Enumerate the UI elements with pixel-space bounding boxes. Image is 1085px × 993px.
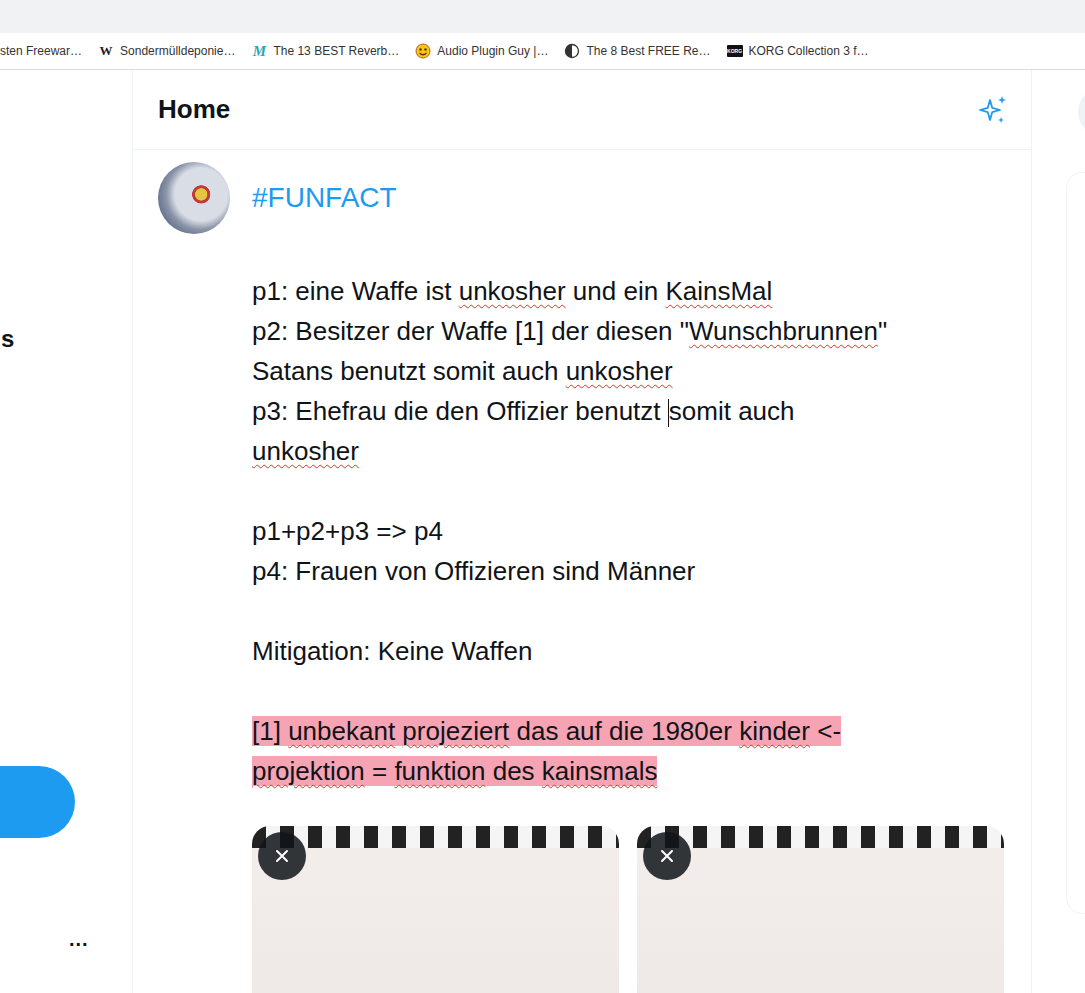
line-text: [1] unbekant projeziert das auf die 1980… xyxy=(252,716,841,746)
word: p3: Ehefrau die den Offizier benutzt xyxy=(252,396,668,426)
hashtag[interactable]: #FUNFACT xyxy=(252,162,1004,234)
line-text: p4: Frauen von Offizieren sind Männer xyxy=(252,556,695,586)
word: projektion xyxy=(252,756,365,786)
word: [1] xyxy=(252,716,288,746)
compose-editor[interactable]: #FUNFACT p1: eine Waffe ist unkosher und … xyxy=(252,162,1004,993)
wikipedia-icon: W xyxy=(98,43,114,59)
word: = xyxy=(365,756,395,786)
word: unkosher xyxy=(459,276,566,306)
bookmark-label: sten Freewar… xyxy=(0,44,82,58)
word: funktion xyxy=(394,756,485,786)
avatar[interactable] xyxy=(158,162,230,234)
word: p1: eine Waffe ist xyxy=(252,276,459,306)
word: unbekant xyxy=(288,716,395,746)
line-text: p2: Besitzer der Waffe [1] der diesen "W… xyxy=(252,316,887,346)
word: <- xyxy=(810,716,841,746)
word: p1+p2+p3 => p4 xyxy=(252,516,443,546)
text-line: p1: eine Waffe ist unkosher und ein Kain… xyxy=(252,271,1004,311)
right-sidebar xyxy=(1032,70,1085,993)
compose-box: #FUNFACT p1: eine Waffe ist unkosher und … xyxy=(133,150,1031,993)
word: kinder xyxy=(739,716,810,746)
bookmark[interactable]: sten Freewar… xyxy=(0,44,82,58)
word: Satans benutzt somit auch xyxy=(252,356,566,386)
word: somit auch xyxy=(669,396,795,426)
word: Mitigation: Keine Waffen xyxy=(252,636,532,666)
line-text: p3: Ehefrau die den Offizier benutzt som… xyxy=(252,396,795,426)
text-line: [1] unbekant projeziert das auf die 1980… xyxy=(252,711,1004,751)
bookmark[interactable]: KORG KORG Collection 3 f… xyxy=(727,44,869,58)
line-text: p1: eine Waffe ist unkosher und ein Kain… xyxy=(252,276,772,306)
browser-window: sten Freewar… W Sondermülldeponie… M The 13 … xyxy=(0,0,1085,993)
text-line: Mitigation: Keine Waffen xyxy=(252,631,1004,671)
bookmark[interactable]: Audio Plugin Guy |… xyxy=(415,43,548,59)
text-line: projektion = funktion des kainsmals xyxy=(252,751,1004,791)
text-line: unkosher xyxy=(252,431,1004,471)
word: projeziert xyxy=(402,716,509,746)
page-title: Home xyxy=(158,94,230,125)
bookmark-label: Sondermülldeponie… xyxy=(120,44,235,58)
photo-content xyxy=(637,826,1004,848)
attachments xyxy=(252,826,1004,993)
close-icon xyxy=(272,846,292,866)
word xyxy=(395,716,402,746)
word: und ein xyxy=(566,276,666,306)
m-logo-icon: M xyxy=(251,43,267,59)
header: Home xyxy=(133,70,1031,150)
text-caret xyxy=(668,399,669,427)
sparkle-icon[interactable] xyxy=(977,94,1009,126)
bookmark[interactable]: W Sondermülldeponie… xyxy=(98,43,235,59)
text-line: Satans benutzt somit auch unkosher xyxy=(252,351,1004,391)
word: das auf die 1980er xyxy=(509,716,739,746)
remove-button[interactable] xyxy=(258,832,306,880)
bookmark-label: The 13 BEST Reverb… xyxy=(273,44,399,58)
nav-item-label[interactable]: s xyxy=(0,325,132,353)
word: p2: Besitzer der Waffe [1] der diesen " xyxy=(252,316,689,346)
word: " xyxy=(878,316,887,346)
word: unkosher xyxy=(566,356,673,386)
photo xyxy=(637,826,1004,993)
bookmark-label: Audio Plugin Guy |… xyxy=(437,44,548,58)
text-line: p3: Ehefrau die den Offizier benutzt som… xyxy=(252,391,1004,431)
line-text: projektion = funktion des kainsmals xyxy=(252,756,657,786)
bookmarks-bar: sten Freewar… W Sondermülldeponie… M The 13 … xyxy=(0,33,1085,70)
post-button[interactable] xyxy=(0,766,75,838)
text-line: p4: Frauen von Offizieren sind Männer xyxy=(252,551,1004,591)
word: Wunschbrunnen xyxy=(689,316,878,346)
line-text: p1+p2+p3 => p4 xyxy=(252,516,443,546)
post-text[interactable]: p1: eine Waffe ist unkosher und ein Kain… xyxy=(252,271,1004,791)
bookmark[interactable]: The 8 Best FREE Re… xyxy=(564,43,710,59)
remove-button[interactable] xyxy=(643,832,691,880)
bookmark-label: The 8 Best FREE Re… xyxy=(586,44,710,58)
word: KainsMal xyxy=(665,276,772,306)
bookmark[interactable]: M The 13 BEST Reverb… xyxy=(251,43,399,59)
left-nav: s... xyxy=(0,70,132,993)
sidebar-panel xyxy=(1066,172,1085,914)
browser-toolbar xyxy=(0,0,1085,33)
text-line: p2: Besitzer der Waffe [1] der diesen "W… xyxy=(252,311,1004,351)
line-text: unkosher xyxy=(252,436,359,466)
more-button[interactable]: ... xyxy=(0,928,132,951)
close-icon xyxy=(657,846,677,866)
line-text: Satans benutzt somit auch unkosher xyxy=(252,356,673,386)
text-line: p1+p2+p3 => p4 xyxy=(252,511,1004,551)
photo-content xyxy=(252,826,619,848)
half-circle-icon xyxy=(564,43,580,59)
photo xyxy=(252,826,619,993)
word: kainsmals xyxy=(542,756,658,786)
word: unkosher xyxy=(252,436,359,466)
korg-icon: KORG xyxy=(727,45,743,57)
smiley-icon xyxy=(415,43,431,59)
bookmark-label: KORG Collection 3 f… xyxy=(749,44,869,58)
word: p4: Frauen von Offizieren sind Männer xyxy=(252,556,695,586)
search-box[interactable] xyxy=(1078,88,1085,136)
word: des xyxy=(485,756,541,786)
timeline: Home #FUNFACT p1: eine Waffe ist unkosher … xyxy=(132,70,1032,993)
main-area: s... Home #FUNFACT p1: eine Waffe ist unkos… xyxy=(0,70,1085,993)
line-text: Mitigation: Keine Waffen xyxy=(252,636,532,666)
